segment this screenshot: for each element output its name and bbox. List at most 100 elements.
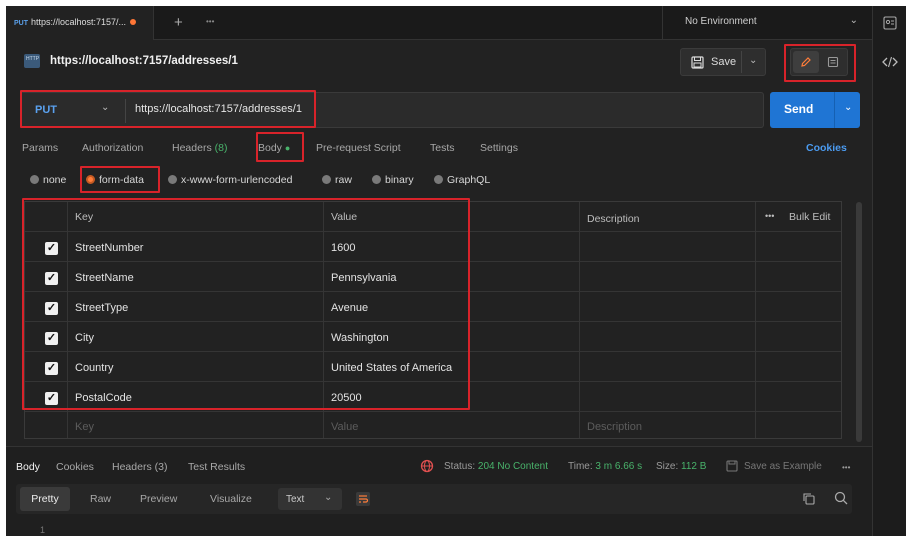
vertical-scrollbar[interactable] bbox=[856, 202, 862, 442]
status-label: Status: bbox=[444, 461, 476, 472]
view-pretty-label: Pretty bbox=[31, 493, 59, 505]
radio-graphql-dot bbox=[434, 175, 443, 184]
response-tab-body[interactable]: Body bbox=[16, 461, 40, 473]
radio-none-dot bbox=[30, 175, 39, 184]
radio-none-label: none bbox=[43, 174, 67, 186]
row-value[interactable]: Avenue bbox=[331, 302, 368, 314]
column-divider bbox=[67, 202, 68, 438]
copy-icon[interactable] bbox=[802, 492, 815, 505]
radio-none[interactable]: none bbox=[30, 174, 66, 186]
save-icon bbox=[691, 56, 704, 69]
response-tab-test-results[interactable]: Test Results bbox=[188, 461, 245, 473]
save-as-example-button[interactable]: Save as Example bbox=[744, 461, 822, 472]
wrap-lines-icon[interactable] bbox=[356, 492, 370, 506]
environment-selector[interactable]: No Environment ⌄ bbox=[662, 6, 872, 40]
row-value[interactable]: Pennsylvania bbox=[331, 272, 396, 284]
tab-authorization[interactable]: Authorization bbox=[82, 142, 143, 154]
more-options-icon[interactable]: ••• bbox=[765, 211, 774, 221]
radio-binary[interactable]: binary bbox=[372, 174, 414, 186]
row-divider bbox=[25, 291, 841, 292]
form-data-table: Key Value Description ••• Bulk Edit ✓ St… bbox=[24, 201, 842, 439]
url-input[interactable]: https://localhost:7157/addresses/1 bbox=[135, 103, 302, 115]
send-options-chevron-icon[interactable]: ⌄ bbox=[844, 102, 852, 113]
view-preview[interactable]: Preview bbox=[140, 493, 177, 505]
new-tab-button[interactable]: + bbox=[174, 14, 183, 31]
right-sidebar bbox=[872, 6, 906, 536]
send-label: Send bbox=[784, 102, 814, 116]
row-checkbox[interactable]: ✓ bbox=[45, 302, 58, 315]
documentation-icon[interactable] bbox=[827, 56, 839, 68]
row-checkbox[interactable]: ✓ bbox=[45, 242, 58, 255]
row-value[interactable]: 1600 bbox=[331, 242, 355, 254]
row-value[interactable]: 20500 bbox=[331, 392, 362, 404]
method-selector[interactable]: PUT bbox=[35, 104, 57, 116]
response-tab-cookies[interactable]: Cookies bbox=[56, 461, 94, 473]
row-checkbox[interactable]: ✓ bbox=[45, 332, 58, 345]
save-example-icon bbox=[726, 460, 738, 472]
row-key[interactable]: PostalCode bbox=[75, 392, 132, 404]
time-label: Time: bbox=[568, 461, 593, 472]
row-key[interactable]: StreetType bbox=[75, 302, 128, 314]
radio-graphql[interactable]: GraphQL bbox=[434, 174, 490, 186]
status-value: 204 No Content bbox=[477, 461, 548, 472]
radio-raw[interactable]: raw bbox=[322, 174, 352, 186]
radio-form-data[interactable]: form-data bbox=[86, 174, 144, 186]
column-header-value: Value bbox=[331, 211, 358, 223]
row-checkbox[interactable]: ✓ bbox=[45, 392, 58, 405]
bulk-edit-button[interactable]: Bulk Edit bbox=[789, 211, 830, 223]
row-value[interactable]: United States of America bbox=[331, 362, 452, 374]
size-value: 112 B bbox=[681, 461, 707, 472]
tab-settings[interactable]: Settings bbox=[480, 142, 518, 154]
tab-body[interactable]: Body ● bbox=[258, 142, 290, 154]
save-divider bbox=[741, 51, 742, 73]
row-key[interactable]: StreetNumber bbox=[75, 242, 143, 254]
tab-headers[interactable]: Headers (8) bbox=[172, 142, 227, 154]
code-snippet-icon[interactable] bbox=[882, 56, 898, 68]
response-tab-headers[interactable]: Headers (3) bbox=[112, 461, 167, 473]
save-button[interactable]: Save ⌄ bbox=[680, 48, 766, 76]
tab-headers-label: Headers bbox=[172, 142, 212, 154]
time-value: 3 m 6.66 s bbox=[595, 461, 643, 472]
edit-mode-button[interactable] bbox=[793, 51, 819, 73]
tab-pre-request-script[interactable]: Pre-request Script bbox=[316, 142, 401, 154]
row-divider bbox=[25, 231, 841, 232]
postman-window: PUT https://localhost:7157/... + ••• No E… bbox=[6, 6, 872, 536]
more-tabs-button[interactable]: ••• bbox=[206, 17, 214, 26]
method-chevron-icon[interactable]: ⌄ bbox=[101, 102, 109, 113]
send-button[interactable]: Send ⌄ bbox=[770, 92, 860, 128]
tab-tests[interactable]: Tests bbox=[430, 142, 455, 154]
environment-label: No Environment bbox=[685, 16, 757, 27]
row-divider bbox=[25, 411, 841, 412]
new-description-input[interactable]: Description bbox=[587, 421, 642, 433]
view-raw[interactable]: Raw bbox=[90, 493, 111, 505]
view-visualize[interactable]: Visualize bbox=[210, 493, 252, 505]
save-options-chevron-icon[interactable]: ⌄ bbox=[749, 55, 757, 66]
row-value[interactable]: Washington bbox=[331, 332, 389, 344]
search-icon[interactable] bbox=[834, 491, 848, 505]
cookies-link[interactable]: Cookies bbox=[806, 142, 847, 154]
format-selector[interactable]: Text ⌄ bbox=[278, 488, 342, 510]
request-tab[interactable]: PUT https://localhost:7157/... bbox=[6, 6, 154, 40]
row-checkbox[interactable]: ✓ bbox=[45, 272, 58, 285]
row-checkbox[interactable]: ✓ bbox=[45, 362, 58, 375]
row-key[interactable]: Country bbox=[75, 362, 114, 374]
pencil-icon bbox=[801, 57, 811, 67]
tab-method: PUT bbox=[14, 20, 28, 27]
method-divider bbox=[125, 99, 126, 123]
response-more-icon[interactable]: ••• bbox=[842, 463, 850, 472]
radio-urlencoded[interactable]: x-www-form-urlencoded bbox=[168, 174, 292, 186]
format-label: Text bbox=[286, 494, 305, 505]
view-pretty[interactable]: Pretty bbox=[20, 487, 70, 511]
response-time: Time: 3 m 6.66 s bbox=[568, 461, 642, 472]
row-key[interactable]: City bbox=[75, 332, 94, 344]
row-divider bbox=[25, 351, 841, 352]
new-value-input[interactable]: Value bbox=[331, 421, 358, 433]
new-key-input[interactable]: Key bbox=[75, 421, 94, 433]
radio-form-data-dot bbox=[86, 175, 95, 184]
globe-icon[interactable] bbox=[420, 459, 434, 473]
tab-params[interactable]: Params bbox=[22, 142, 58, 154]
row-key[interactable]: StreetName bbox=[75, 272, 134, 284]
send-divider bbox=[834, 92, 835, 128]
environment-quick-look-icon[interactable] bbox=[883, 16, 897, 30]
format-chevron-icon: ⌄ bbox=[324, 492, 333, 503]
